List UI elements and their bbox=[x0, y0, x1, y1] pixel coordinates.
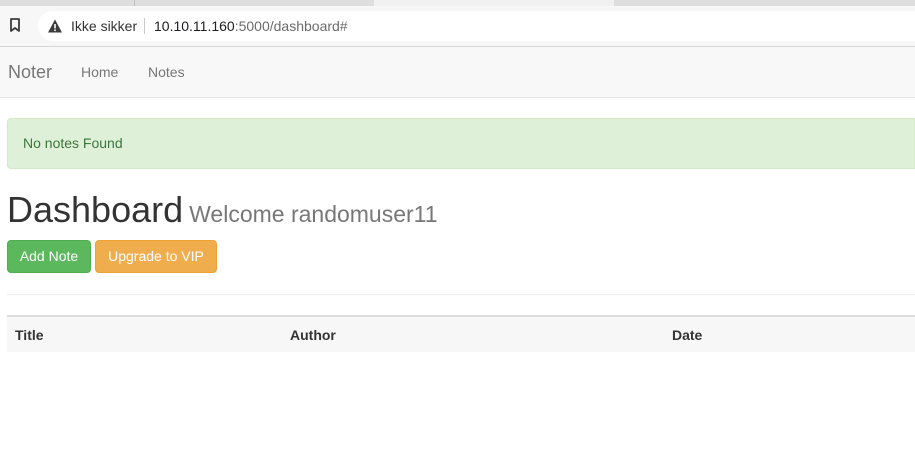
divider bbox=[7, 294, 915, 295]
navbar: Noter Home Notes bbox=[0, 47, 915, 98]
page-title-text: Dashboard bbox=[7, 189, 184, 230]
url-host: 10.10.11.160 bbox=[154, 18, 235, 34]
url-text[interactable]: 10.10.11.160:5000/dashboard# bbox=[154, 18, 348, 34]
navbar-brand[interactable]: Noter bbox=[8, 62, 52, 82]
add-note-button[interactable]: Add Note bbox=[7, 240, 91, 273]
address-bar[interactable]: Ikke sikker 10.10.11.160:5000/dashboard# bbox=[38, 11, 915, 41]
nav-link-home[interactable]: Home bbox=[81, 64, 118, 80]
alert-success: No notes Found bbox=[7, 118, 915, 169]
bookmark-button[interactable] bbox=[4, 14, 26, 36]
notes-table-header: Title Author Date bbox=[7, 315, 915, 352]
column-author: Author bbox=[290, 327, 336, 343]
upgrade-vip-button[interactable]: Upgrade to VIP bbox=[95, 240, 217, 273]
page-title: Dashboard Welcome randomuser11 bbox=[7, 189, 438, 235]
welcome-text: Welcome randomuser11 bbox=[189, 201, 438, 227]
nav-link-notes[interactable]: Notes bbox=[148, 64, 185, 80]
browser-toolbar: Ikke sikker 10.10.11.160:5000/dashboard# bbox=[0, 6, 915, 47]
url-path: :5000/dashboard# bbox=[234, 18, 348, 34]
alert-message: No notes Found bbox=[23, 135, 123, 151]
address-divider bbox=[144, 18, 145, 34]
bookmark-icon bbox=[10, 18, 20, 32]
column-date: Date bbox=[672, 327, 703, 343]
warning-icon[interactable] bbox=[47, 18, 63, 34]
column-title: Title bbox=[15, 327, 44, 343]
security-label[interactable]: Ikke sikker bbox=[71, 18, 137, 34]
